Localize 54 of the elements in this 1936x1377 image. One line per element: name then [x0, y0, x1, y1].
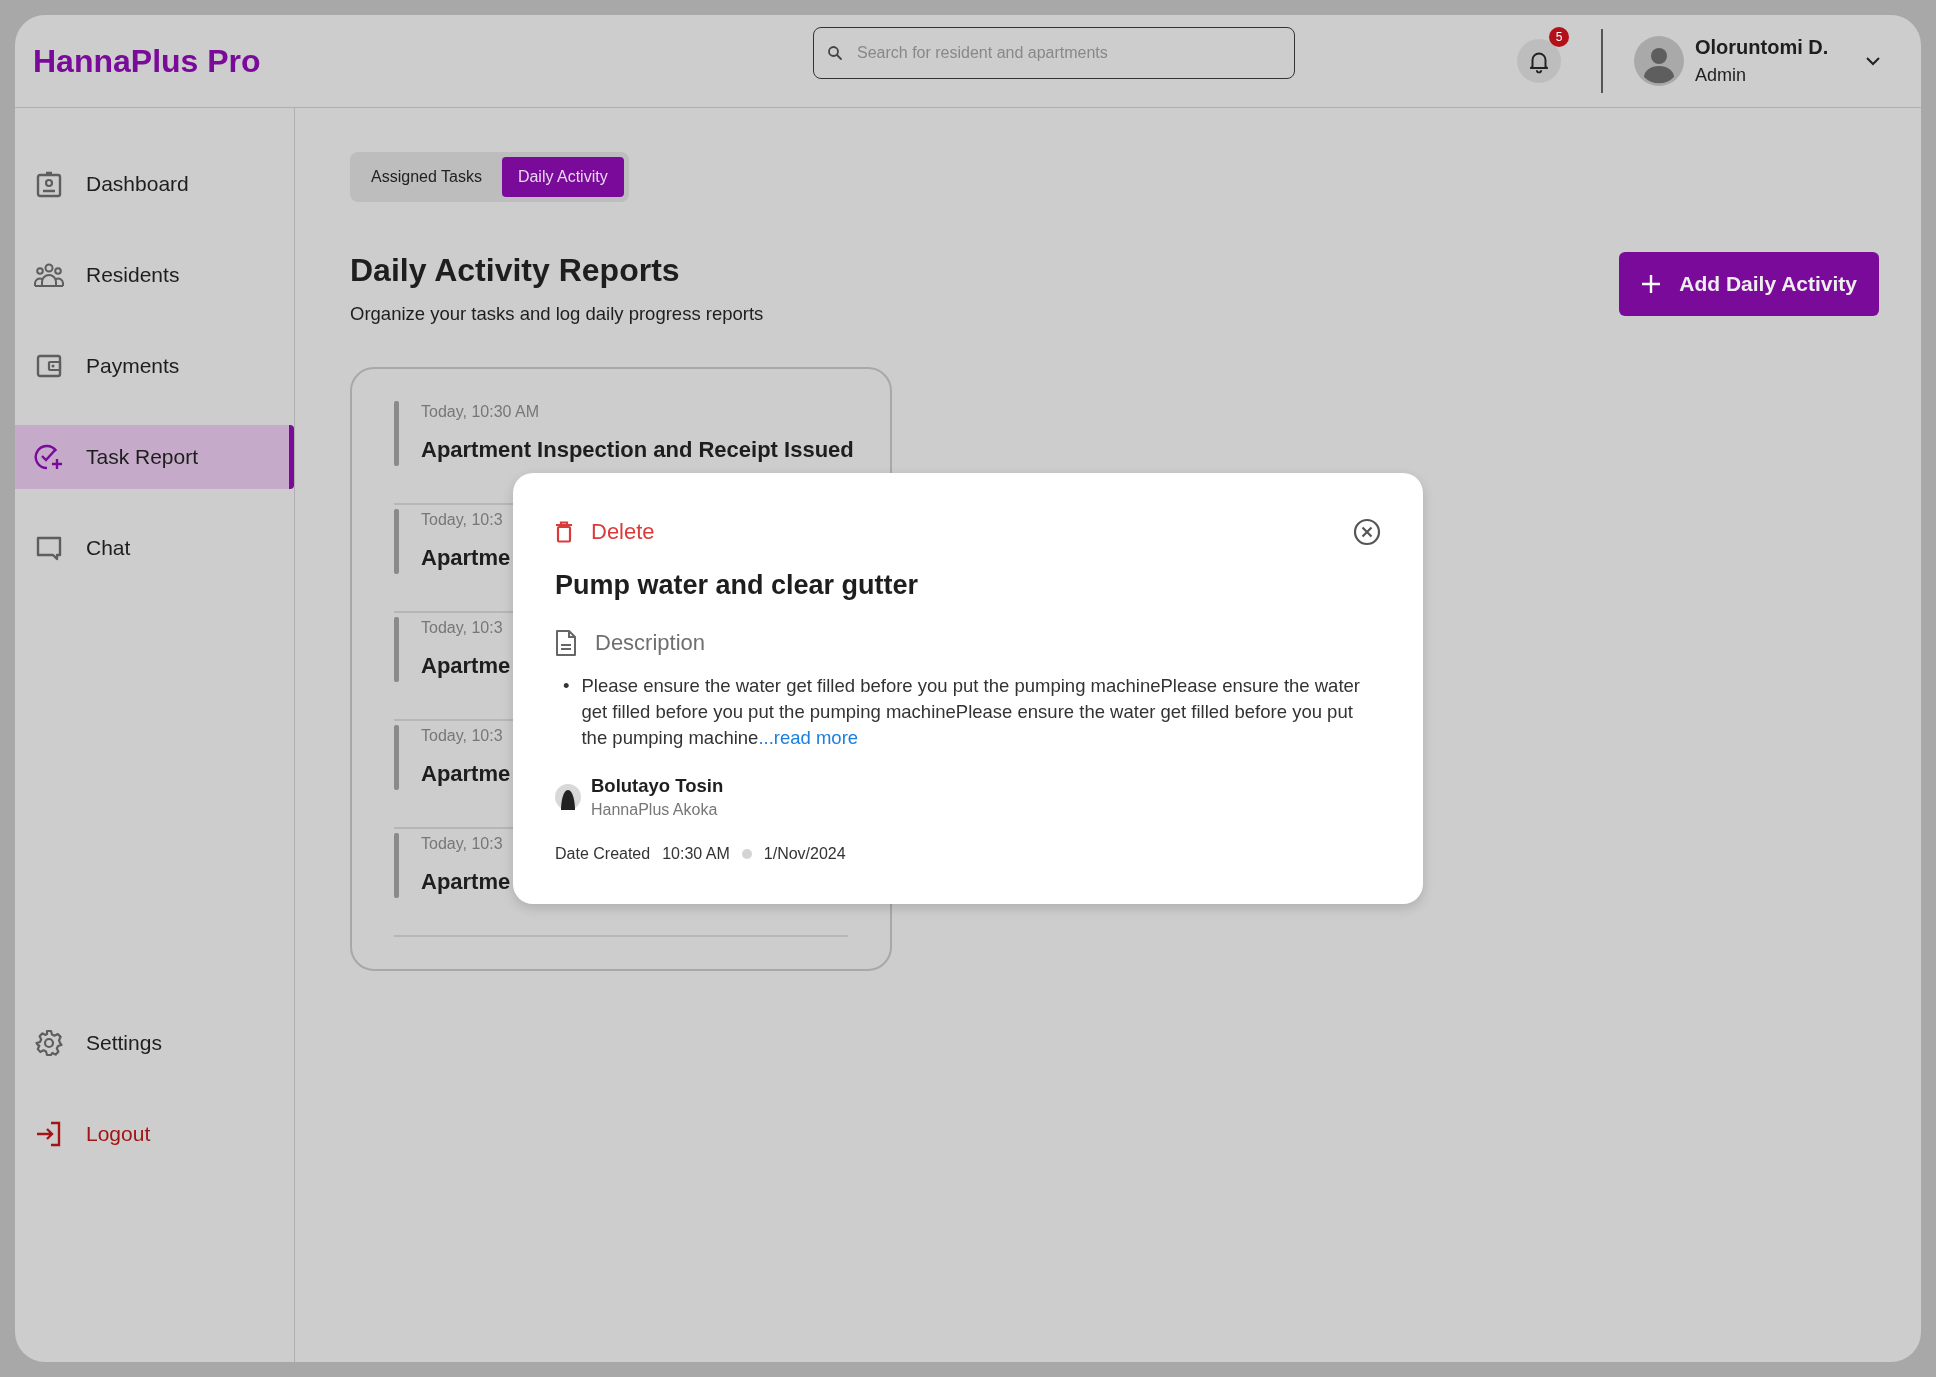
logout-button[interactable]: Logout	[15, 1102, 294, 1166]
report-title: Apartme	[421, 869, 511, 895]
search-icon	[827, 45, 843, 61]
app-logo: HannaPlus Pro	[33, 42, 261, 80]
avatar-icon	[555, 782, 581, 812]
close-icon[interactable]	[1353, 518, 1381, 546]
report-title: Apartme	[421, 761, 511, 787]
wallet-icon	[34, 352, 64, 380]
person-name: Bolutayo Tosin	[591, 775, 724, 797]
notification-count: 5	[1549, 27, 1569, 47]
page-subtitle: Organize your tasks and log daily progress reports	[350, 303, 764, 325]
chat-icon	[34, 534, 64, 562]
report-time: Today, 10:3	[421, 511, 504, 529]
check-circle-plus-icon	[34, 443, 64, 471]
user-role: Admin	[1695, 65, 1748, 86]
report-title: Apartme	[421, 653, 511, 679]
people-icon	[34, 262, 64, 288]
sidebar-item[interactable]: Dashboard	[15, 152, 294, 216]
separator-dot	[741, 849, 752, 859]
search-field[interactable]: Search for resident and apartments	[813, 27, 1295, 79]
bullet: •	[563, 674, 570, 698]
plus-icon	[1641, 274, 1662, 294]
created-date: 1/Nov/2024	[763, 845, 846, 863]
date-created-label: Date Created	[555, 845, 651, 863]
modal-title: Pump water and clear gutter	[555, 570, 920, 601]
report-time: Today, 10:30 AM	[421, 403, 540, 421]
read-more-link[interactable]: ...read more	[758, 727, 859, 748]
user-name: Oloruntomi D.	[1695, 36, 1830, 59]
id-badge-icon	[34, 170, 64, 198]
description-label: Description	[595, 630, 706, 656]
created-time: 10:30 AM	[662, 845, 730, 863]
chevron-down-icon[interactable]	[1865, 56, 1881, 66]
sidebar-item[interactable]: Residents	[15, 243, 294, 307]
avatar-icon	[1634, 36, 1684, 86]
trash-icon	[555, 521, 573, 543]
sidebar-item[interactable]: Payments	[15, 334, 294, 398]
description-text: Please ensure the water get filled before you put the pumping machinePlease ensure the water get filled before you put the pumping machinePlease ensure the water get filled before you put the pumping machine...read more	[581, 674, 1361, 750]
report-time: Today, 10:3	[421, 727, 504, 745]
tab[interactable]: Daily Activity	[501, 157, 624, 197]
tab[interactable]: Assigned Tasks	[355, 157, 498, 197]
add-daily-activity-button[interactable]: Add Daily Activity	[1619, 252, 1879, 316]
sidebar-item[interactable]: Settings	[15, 1011, 294, 1075]
document-icon	[555, 629, 577, 657]
delete-button[interactable]: Delete	[555, 519, 655, 545]
report-title: Apartme	[421, 545, 511, 571]
person-organization: HannaPlus Akoka	[591, 801, 719, 819]
notification-button[interactable]	[1517, 39, 1561, 83]
report-time: Today, 10:3	[421, 835, 504, 853]
page-title: Daily Activity Reports	[350, 252, 681, 289]
settings-icon	[34, 1029, 64, 1057]
sidebar-item[interactable]: Task Report	[15, 425, 294, 489]
report-title: Apartment Inspection and Receipt Issued	[421, 437, 854, 463]
report-time: Today, 10:3	[421, 619, 504, 637]
sidebar-item[interactable]: Chat	[15, 516, 294, 580]
